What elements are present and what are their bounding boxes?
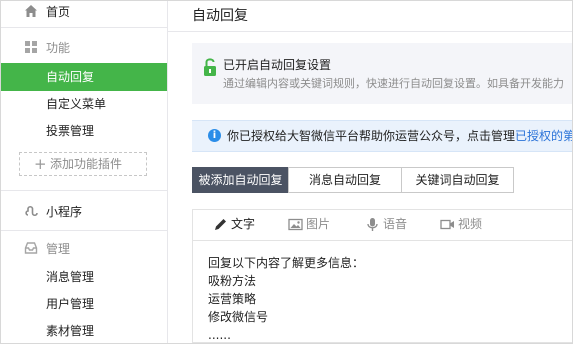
inbox-icon (24, 242, 38, 254)
status-title: 已开启自动回复设置 (223, 58, 332, 72)
voice-tool-button[interactable]: 语音 (365, 217, 411, 232)
text-tool-label: 文字 (231, 217, 256, 231)
editor-toolbar: 文字 图片 语音 视频 (193, 210, 572, 241)
app-window: 首页 功能 自动回复 自定义菜单 投票管理 + 添加功能插件 小程序 管理 消息… (0, 0, 573, 344)
tab-follow-auto-reply[interactable]: 被添加自动回复 (192, 167, 289, 193)
content-line: ...... (208, 328, 231, 342)
add-plugin-label: 添加功能插件 (50, 157, 123, 171)
notice-text: 你已授权给大智微信平台帮助你运营公众号，点击管理已授权的第三方 (227, 121, 572, 151)
sidebar-category-manage: 管理 (1, 240, 167, 260)
sidebar-item-label: 投票管理 (46, 124, 95, 138)
image-tool-label: 图片 (306, 217, 331, 231)
sidebar-features-label: 功能 (46, 41, 71, 55)
sidebar-item-auto-reply[interactable]: 自动回复 (1, 63, 167, 91)
reply-editor: 文字 图片 语音 视频 回复以下内容了解更多信息： 吸粉方法 运营策略 修改微信… (192, 209, 572, 343)
sidebar-divider (1, 27, 167, 28)
plus-icon: + (34, 155, 47, 173)
content-line: 吸粉方法 (208, 274, 257, 288)
sidebar-divider (1, 230, 167, 231)
sidebar-item-vote-manage[interactable]: 投票管理 (1, 121, 167, 141)
sidebar-item-label: 消息管理 (46, 270, 95, 284)
notice-message: 你已授权给大智微信平台帮助你运营公众号，点击管理 (227, 129, 516, 143)
video-tool-button[interactable]: 视频 (440, 217, 486, 232)
sidebar-item-message-manage[interactable]: 消息管理 (1, 267, 167, 287)
home-icon (25, 5, 37, 17)
main-content: 自动回复 已开启自动回复设置 通过编辑内容或关键词规则，快速进行自动回复设置。如… (168, 1, 572, 343)
sidebar-manage-label: 管理 (46, 242, 71, 256)
add-plugin-button[interactable]: + 添加功能插件 (19, 152, 147, 176)
grid-icon (25, 41, 37, 53)
image-tool-button[interactable]: 图片 (288, 217, 334, 232)
sidebar-item-custom-menu[interactable]: 自定义菜单 (1, 94, 167, 114)
sidebar-item-material-manage[interactable]: 素材管理 (1, 321, 167, 341)
status-description: 通过编辑内容或关键词规则，快速进行自动回复设置。如具备开发能力 (223, 77, 564, 90)
voice-tool-label: 语音 (383, 217, 408, 231)
sidebar-item-label: 自动回复 (46, 70, 95, 84)
sidebar-category-features: 功能 (1, 39, 167, 59)
sidebar-item-label: 素材管理 (46, 324, 95, 338)
text-tool-button[interactable]: 文字 (213, 217, 259, 232)
reply-content-text[interactable]: 回复以下内容了解更多信息： 吸粉方法 运营策略 修改微信号 ...... (208, 254, 365, 343)
pencil-icon (215, 219, 226, 230)
page-title: 自动回复 (192, 8, 248, 24)
authorized-third-party-link[interactable]: 已授权的第三方 (515, 129, 572, 143)
mini-program-icon (25, 205, 38, 217)
sidebar-mini-program-label: 小程序 (46, 205, 83, 219)
video-tool-label: 视频 (458, 217, 483, 231)
title-divider (168, 31, 572, 32)
sidebar-item-mini-program[interactable]: 小程序 (1, 203, 167, 223)
content-line: 运营策略 (208, 292, 257, 306)
video-camera-icon (440, 219, 454, 230)
authorization-notice: i 你已授权给大智微信平台帮助你运营公众号，点击管理已授权的第三方 (192, 120, 572, 152)
sidebar-item-label: 自定义菜单 (46, 97, 107, 111)
sidebar: 首页 功能 自动回复 自定义菜单 投票管理 + 添加功能插件 小程序 管理 消息… (1, 1, 168, 343)
sidebar-home-label: 首页 (46, 5, 71, 19)
unlock-icon (204, 58, 216, 76)
tab-keyword-auto-reply[interactable]: 关键词自动回复 (401, 167, 514, 193)
microphone-icon (367, 218, 378, 231)
content-line: 修改微信号 (208, 310, 269, 324)
image-icon (288, 218, 303, 231)
tab-message-auto-reply[interactable]: 消息自动回复 (288, 167, 402, 193)
content-line: 回复以下内容了解更多信息： (208, 256, 365, 270)
auto-reply-status-panel: 已开启自动回复设置 通过编辑内容或关键词规则，快速进行自动回复设置。如具备开发能… (192, 43, 572, 104)
sidebar-divider (1, 190, 167, 191)
sidebar-item-home[interactable]: 首页 (1, 3, 167, 23)
sidebar-item-user-manage[interactable]: 用户管理 (1, 294, 167, 314)
info-icon: i (208, 129, 221, 142)
sidebar-item-label: 用户管理 (46, 297, 95, 311)
